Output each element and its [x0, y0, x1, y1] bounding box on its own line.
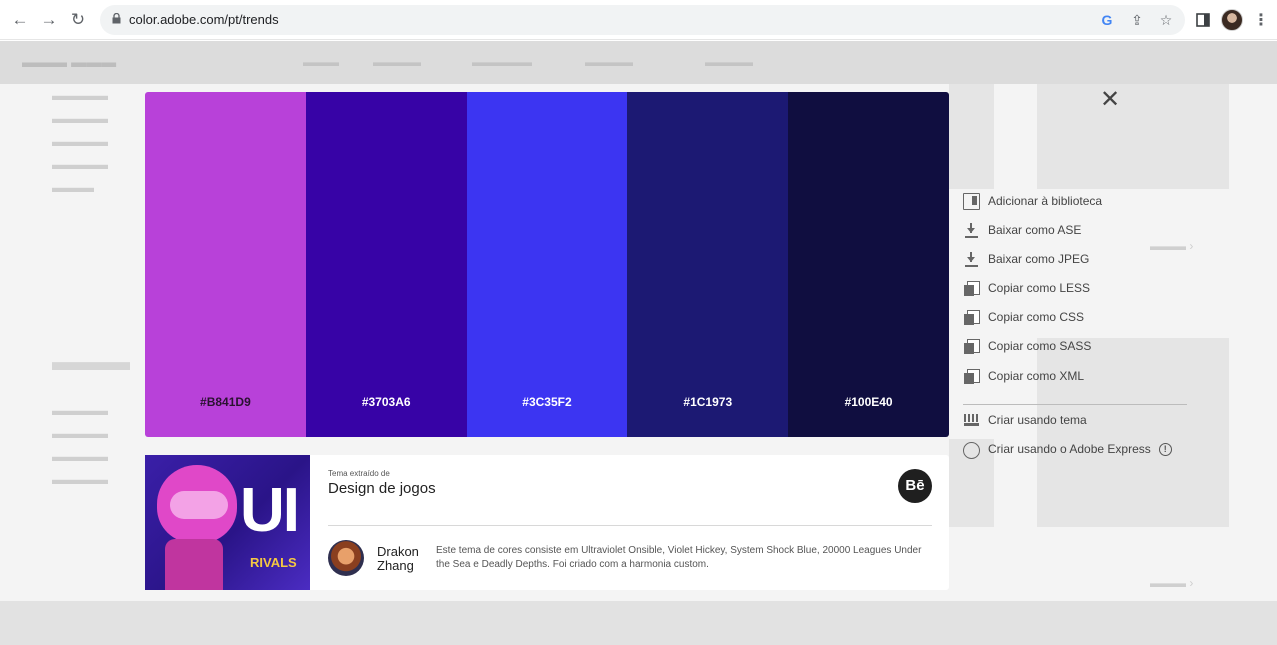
- back-icon[interactable]: ←: [9, 9, 31, 31]
- character-visor: [170, 491, 228, 519]
- background-link: ▬▬▬ ›: [1150, 239, 1194, 253]
- background-card: [1037, 84, 1229, 189]
- side-panel-icon[interactable]: [1192, 9, 1214, 31]
- swatch-hex-label: #100E40: [844, 395, 893, 409]
- background-nav-item: ▬▬▬▬: [585, 55, 633, 69]
- character-body: [165, 539, 223, 590]
- info-icon[interactable]: !: [1158, 442, 1172, 456]
- color-swatch[interactable]: #1C1973: [627, 92, 789, 437]
- thumbnail-brand-text: RIVALS: [250, 555, 297, 570]
- theme-source-label: Tema extraído de: [328, 469, 390, 478]
- action-label: Copiar como LESS: [988, 281, 1091, 295]
- download-icon: [963, 251, 980, 268]
- theme-icon: [963, 412, 980, 429]
- share-icon[interactable]: ⇪: [1128, 11, 1146, 29]
- google-icon[interactable]: G: [1098, 11, 1116, 29]
- action-label: Adicionar à biblioteca: [988, 194, 1103, 208]
- copy-xml-button[interactable]: Copiar como XML: [963, 366, 1084, 386]
- express-icon: [963, 441, 980, 459]
- copy-css-button[interactable]: Copiar como CSS: [963, 307, 1084, 327]
- action-label: Copiar como XML: [988, 369, 1085, 383]
- browser-toolbar: ← → ↻ color.adobe.com/pt/trends G ⇪ ☆ ⋮: [0, 0, 1277, 40]
- copy-sass-button[interactable]: Copiar como SASS: [963, 336, 1091, 356]
- copy-icon: [963, 309, 980, 326]
- reload-icon[interactable]: ↻: [67, 9, 89, 31]
- profile-avatar[interactable]: [1221, 9, 1243, 31]
- forward-icon[interactable]: →: [38, 9, 60, 31]
- action-label: Baixar como ASE: [988, 223, 1082, 237]
- theme-thumbnail[interactable]: UI RIVALS: [145, 455, 310, 590]
- swatch-hex-label: #1C1973: [683, 395, 733, 409]
- color-swatch[interactable]: #100E40: [788, 92, 949, 437]
- color-swatch[interactable]: #3C35F2: [466, 92, 628, 437]
- author-avatar[interactable]: [328, 540, 364, 576]
- create-with-theme-button[interactable]: Criar usando tema: [963, 410, 1087, 430]
- theme-description: Este tema de cores consiste em Ultraviol…: [436, 545, 922, 570]
- copy-icon: [963, 280, 980, 297]
- star-icon[interactable]: ☆: [1157, 11, 1175, 29]
- close-icon[interactable]: ✕: [1100, 88, 1120, 112]
- behance-icon[interactable]: Bē: [898, 469, 932, 503]
- browser-menu-icon[interactable]: ⋮: [1250, 9, 1272, 31]
- download-jpeg-button[interactable]: Baixar como JPEG: [963, 249, 1089, 269]
- add-to-library-button[interactable]: Adicionar à biblioteca: [963, 191, 1102, 211]
- author-name[interactable]: Drakon Zhang: [377, 545, 427, 573]
- swatch-hex-label: #3C35F2: [522, 395, 572, 409]
- color-palette: #B841D9 #3703A6 #3C35F2 #1C1973 #100E40: [145, 92, 949, 437]
- background-card: [949, 84, 994, 189]
- color-swatch[interactable]: #3703A6: [305, 92, 467, 437]
- background-link: ▬▬▬ ›: [1150, 576, 1194, 590]
- background-nav-item: ▬▬▬▬: [705, 55, 753, 69]
- menu-divider: [963, 404, 1187, 405]
- swatch-hex-label: #B841D9: [200, 395, 251, 409]
- theme-title[interactable]: Design de jogos: [328, 480, 436, 497]
- library-icon: [963, 192, 980, 210]
- download-ase-button[interactable]: Baixar como ASE: [963, 220, 1081, 240]
- action-label: Copiar como CSS: [988, 310, 1085, 324]
- theme-info-card: UI RIVALS Tema extraído de Design de jog…: [145, 455, 949, 590]
- copy-icon: [963, 338, 980, 355]
- color-swatch[interactable]: #B841D9: [145, 92, 306, 437]
- background-paragraph: ▬▬▬▬ ▬▬▬▬ ▬▬▬▬ ▬▬▬▬: [52, 402, 108, 487]
- card-divider: [328, 525, 932, 526]
- copy-icon: [963, 368, 980, 385]
- action-label: Baixar como JPEG: [988, 252, 1090, 266]
- address-bar[interactable]: color.adobe.com/pt/trends G ⇪ ☆: [100, 5, 1185, 35]
- background-logo: ▬▬▬ ▬▬▬: [22, 54, 117, 71]
- background-header: ▬▬▬ ▬▬▬ ▬▬▬ ▬▬▬▬ ▬▬▬▬▬ ▬▬▬▬ ▬▬▬▬: [0, 41, 1277, 84]
- action-label: Copiar como SASS: [988, 339, 1092, 353]
- action-label: Criar usando o Adobe Express: [988, 442, 1151, 456]
- swatch-hex-label: #3703A6: [361, 395, 411, 409]
- background-heading: ▬▬▬: [52, 346, 130, 376]
- thumbnail-ui-text: UI: [240, 476, 300, 545]
- background-nav-item: ▬▬▬▬▬: [472, 55, 532, 69]
- action-label: Criar usando tema: [988, 413, 1087, 427]
- download-icon: [963, 222, 980, 239]
- lock-icon: [112, 13, 121, 24]
- copy-less-button[interactable]: Copiar como LESS: [963, 278, 1090, 298]
- create-with-adobe-express-button[interactable]: Criar usando o Adobe Express !: [963, 439, 1172, 459]
- background-footer: [0, 601, 1277, 645]
- url-text: color.adobe.com/pt/trends: [129, 12, 279, 27]
- background-nav-item: ▬▬▬▬: [373, 55, 421, 69]
- background-nav-item: ▬▬▬: [303, 55, 339, 69]
- background-paragraph: ▬▬▬▬ ▬▬▬▬ ▬▬▬▬ ▬▬▬▬ ▬▬▬: [52, 87, 108, 195]
